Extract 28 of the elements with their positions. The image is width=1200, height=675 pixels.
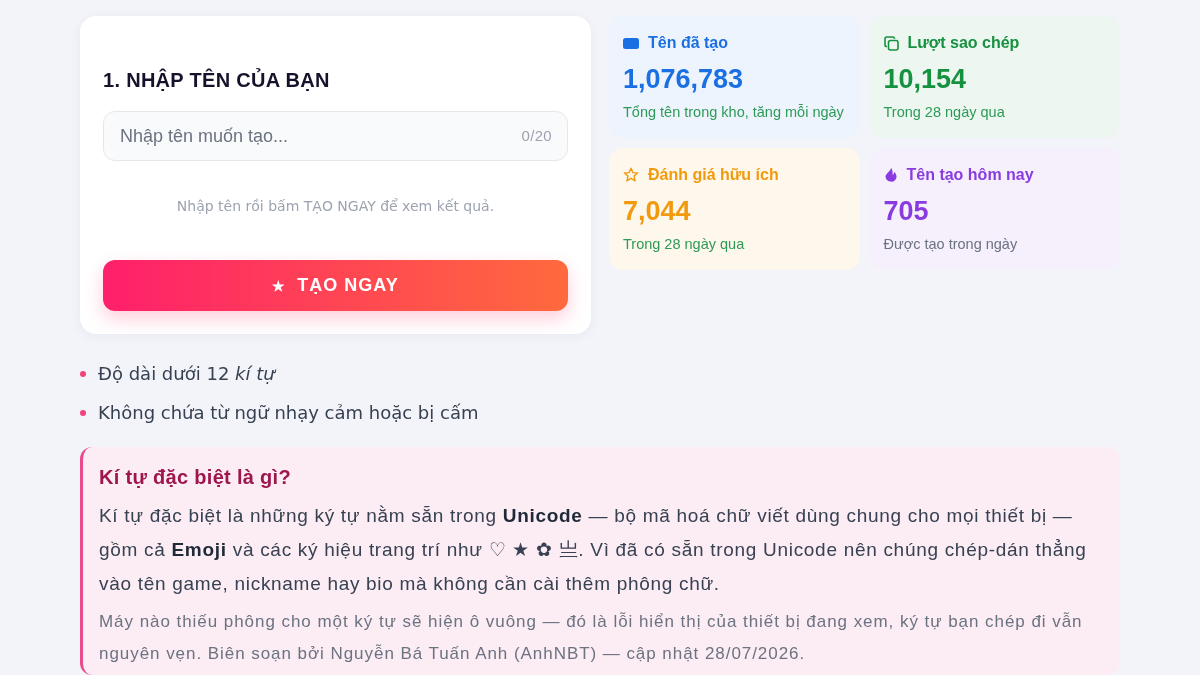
stat-value: 10,154 [883, 63, 968, 95]
stat-label: Tên tạo hôm nay [906, 165, 1034, 185]
copy-icon [883, 35, 899, 51]
info-paragraph: Kí tự đặc biệt là những ký tự nằm sẵn trong Unicode — bộ mã hoá chữ viết dùng chung cho mọi thiết bị — gồm cả Emoji và các ký hiệu trang trí như ♡ ★ ✿ 亗. Vì đã có sẵn trong Unicode nên chúng chép-dán thẳng vào tên game, nickname hay bio mà không cần cài thêm phông chữ. [99, 504, 1088, 596]
stat-value: 1,076,783 [623, 63, 745, 95]
stat-label: Đánh giá hữu ích [648, 165, 779, 185]
stat-label: Tên đã tạo [648, 33, 728, 53]
stat-value: 7,044 [623, 195, 692, 227]
stat-note: Trong 28 ngày qua [623, 235, 746, 253]
star-icon: ★ [272, 278, 287, 293]
character-counter: 0/20 [521, 126, 552, 146]
info-note: Máy nào thiếu phông cho một ký tự sẽ hiện ô vuông — đó là lỗi hiển thị của thiết bị đang xem, ký tự bạn chép đi vẫn nguyên vẹn. Biên soạn bởi Nguyễn Bá Tuấn Anh (AnhNBT) — cập nhật 28/07/2026. [99, 611, 1084, 665]
stat-note: Được tạo trong ngày [883, 235, 1019, 253]
info-title: Kí tự đặc biệt là gì? [99, 465, 292, 490]
stat-label: Lượt sao chép [907, 33, 1020, 53]
bullet-dot-icon [80, 409, 86, 416]
stat-note: Tổng tên trong kho, tăng mỗi ngày [623, 103, 845, 121]
stat-value: 705 [883, 195, 930, 227]
rule-text: Độ dài dưới 12 kí tự [98, 361, 275, 386]
star-icon [623, 167, 639, 183]
bullet-dot-icon [80, 370, 86, 377]
rule-text: Không chứa từ ngữ nhạy cảm hoặc bị cấm [98, 400, 479, 425]
create-button[interactable]: ★ TẠO NGAY [103, 260, 568, 311]
card-icon [623, 37, 639, 49]
section-title: 1. NHẬP TÊN CỦA BẠN [103, 67, 331, 93]
hint-text: Nhập tên rồi bấm TẠO NGAY để xem kết quả. [175, 197, 496, 215]
stat-note: Trong 28 ngày qua [883, 103, 1006, 121]
flame-icon [883, 167, 898, 183]
